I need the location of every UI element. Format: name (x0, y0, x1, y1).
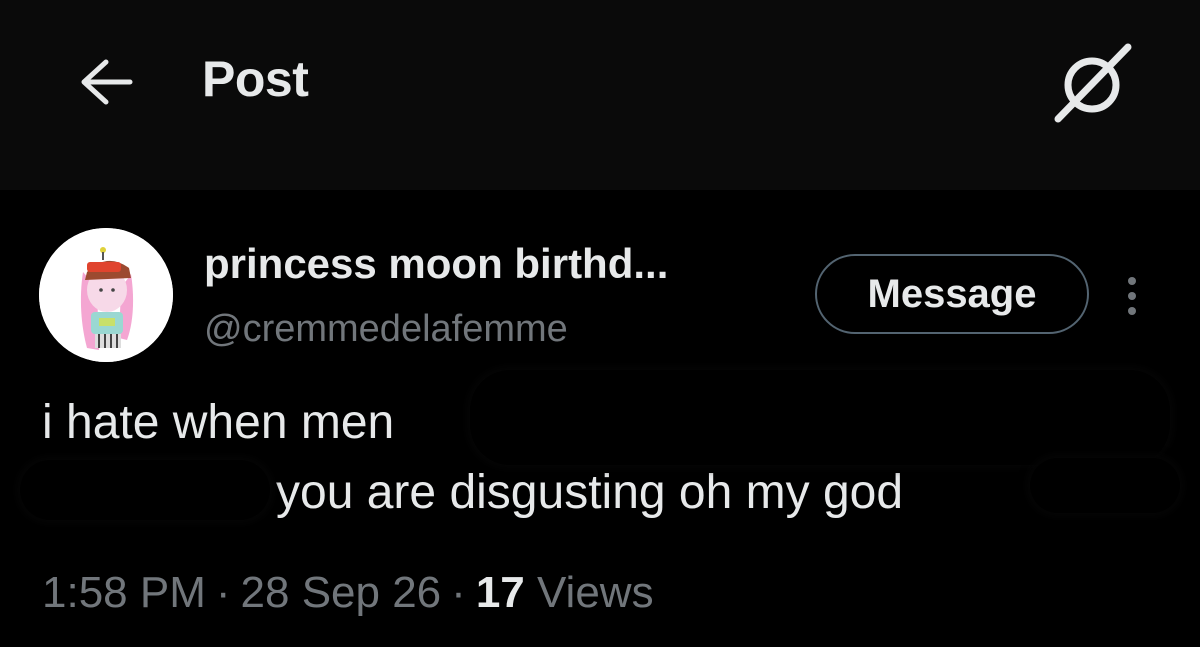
post-time: 1:58 PM (42, 568, 206, 617)
meta-separator: · (215, 568, 231, 617)
arrow-left-icon (81, 59, 133, 105)
meta-separator: · (451, 568, 466, 617)
back-button[interactable] (74, 52, 138, 112)
redaction-mark (1030, 458, 1180, 513)
more-vertical-icon-dot (1128, 292, 1136, 300)
grok-icon (1054, 43, 1132, 123)
post-date: 28 Sep 26 (240, 568, 442, 617)
avatar[interactable] (39, 228, 173, 362)
redaction-mark (470, 370, 1170, 465)
post-text-line-2: you are disgusting oh my god (276, 466, 904, 519)
author-handle[interactable]: @cremmedelafemme (204, 308, 568, 351)
post-text-line-1: i hate when men (42, 396, 395, 449)
more-vertical-icon-dot (1128, 307, 1136, 315)
message-button[interactable]: Message (815, 254, 1089, 334)
redaction-mark (20, 460, 270, 520)
post-detail: princess moon birthd... @cremmedelafemme… (0, 190, 1200, 647)
views-label[interactable]: Views (537, 568, 654, 617)
avatar-illustration (39, 228, 173, 362)
more-vertical-icon (1128, 277, 1136, 285)
top-bar: Post (0, 0, 1200, 190)
page-title: Post (202, 51, 309, 107)
author-display-name[interactable]: princess moon birthd... (204, 240, 668, 288)
post-metadata: 1:58 PM · 28 Sep 26 · 17 Views (42, 568, 654, 618)
grok-button[interactable] (1048, 42, 1138, 124)
more-options-button[interactable] (1112, 268, 1152, 324)
views-count[interactable]: 17 (476, 568, 525, 617)
